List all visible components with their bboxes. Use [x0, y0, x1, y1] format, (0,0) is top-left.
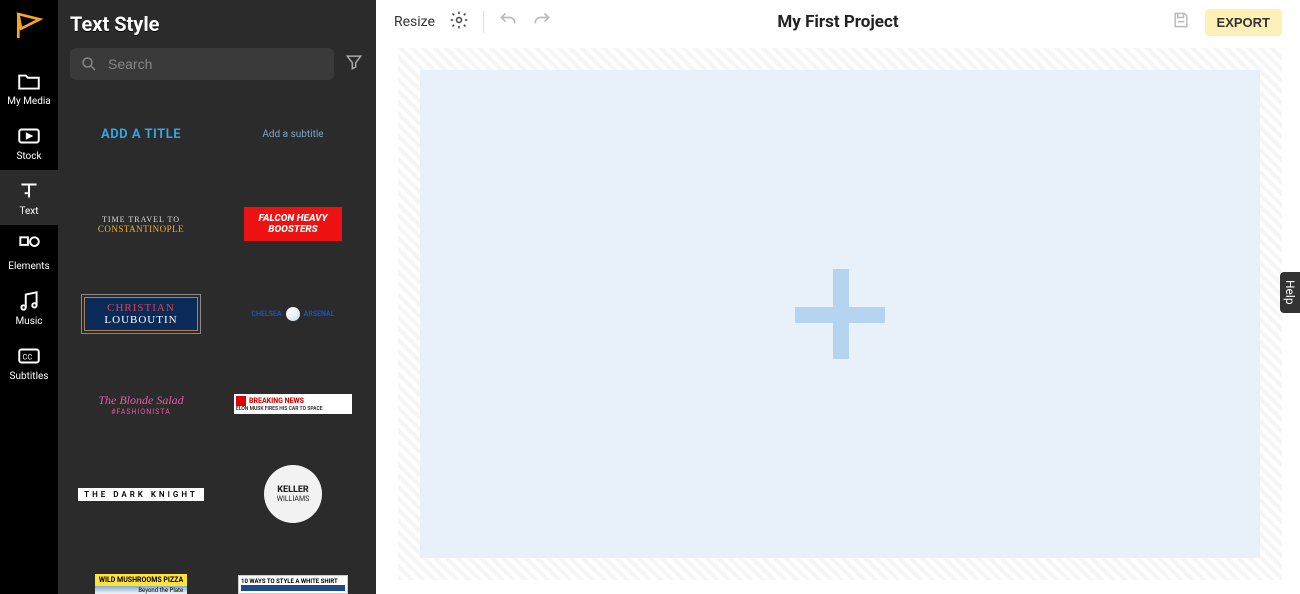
gear-icon: [449, 10, 469, 30]
tpl-louboutin[interactable]: CHRISTIANLOUBOUTIN: [70, 278, 212, 350]
tpl-wild[interactable]: WILD MUSHROOMS PIZZABeyond the Plate: [70, 548, 212, 594]
resize-button[interactable]: Resize: [394, 14, 435, 30]
nav-text[interactable]: Text: [0, 170, 58, 225]
nav-mymedia[interactable]: My Media: [0, 60, 58, 115]
nav-music[interactable]: Music: [0, 280, 58, 335]
tpl-blonde[interactable]: The Blonde Salad#FASHIONISTA: [70, 368, 212, 440]
ball-icon: [286, 307, 300, 321]
undo-icon: [498, 10, 518, 30]
search-icon: [80, 55, 98, 73]
save-button[interactable]: [1171, 10, 1191, 34]
nav-label: Music: [15, 316, 42, 327]
text-panel: Text Style ADD A TITLE Add a subtitle TI…: [58, 0, 376, 594]
nav-label: Text: [19, 206, 38, 217]
canvas-area: [398, 48, 1282, 580]
save-icon: [1171, 10, 1191, 30]
templates-grid[interactable]: ADD A TITLE Add a subtitle TIME TRAVEL T…: [58, 88, 376, 594]
left-rail: My Media Stock Text Elements Music CC Su…: [0, 0, 58, 594]
tpl-breaking[interactable]: BREAKING NEWSELON MUSK FIRES HIS CAR TO …: [222, 368, 364, 440]
tpl-falcon[interactable]: FALCON HEAVYBOOSTERS: [222, 188, 364, 260]
settings-button[interactable]: [449, 10, 469, 34]
nav-label: Stock: [16, 151, 41, 162]
panel-title: Text Style: [70, 12, 159, 36]
stock-icon: [16, 125, 42, 147]
nav-subtitles[interactable]: CC Subtitles: [0, 335, 58, 390]
tpl-keller[interactable]: KELLERWILLIAMS: [222, 458, 364, 530]
redo-button[interactable]: [532, 10, 552, 34]
elements-icon: [16, 235, 42, 257]
cc-icon: CC: [16, 345, 42, 367]
folder-icon: [16, 70, 42, 92]
undo-button[interactable]: [498, 10, 518, 34]
square-icon: [236, 396, 246, 406]
redo-icon: [532, 10, 552, 30]
nav-elements[interactable]: Elements: [0, 225, 58, 280]
text-icon: [16, 180, 42, 202]
topbar: Resize My First Project EXPORT: [376, 0, 1300, 44]
app-logo[interactable]: [13, 10, 45, 42]
help-tab[interactable]: Help: [1280, 272, 1300, 313]
export-button[interactable]: EXPORT: [1205, 9, 1282, 36]
filter-button[interactable]: [344, 52, 364, 76]
nav-label: My Media: [7, 96, 51, 107]
canvas-dropzone[interactable]: [420, 70, 1260, 558]
tpl-chelsea[interactable]: CHELSEAARSENAL: [222, 278, 364, 350]
divider: [483, 11, 484, 33]
search-input[interactable]: [108, 56, 324, 72]
nav-stock[interactable]: Stock: [0, 115, 58, 170]
filter-icon: [344, 52, 364, 72]
tpl-add-title[interactable]: ADD A TITLE: [70, 98, 212, 170]
plus-icon: [795, 269, 885, 359]
tpl-time-travel[interactable]: TIME TRAVEL TOCONSTANTINOPLE: [70, 188, 212, 260]
nav-label: Subtitles: [10, 371, 49, 382]
main-area: Resize My First Project EXPORT: [376, 0, 1300, 594]
tpl-ten-ways[interactable]: 10 WAYS TO STYLE A WHITE SHIRT: [222, 548, 364, 594]
nav-label: Elements: [8, 261, 49, 272]
tpl-add-subtitle[interactable]: Add a subtitle: [222, 98, 364, 170]
music-icon: [16, 290, 42, 312]
search-wrap[interactable]: [70, 48, 334, 80]
tpl-dark-knight[interactable]: THE DARK KNIGHT: [70, 458, 212, 530]
svg-text:CC: CC: [23, 352, 33, 361]
